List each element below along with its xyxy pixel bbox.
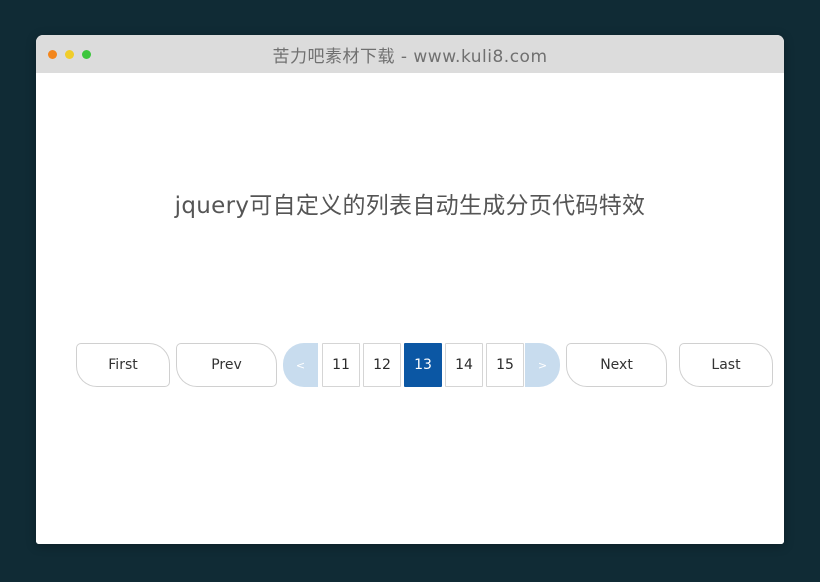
pagination-prev-button[interactable]: Prev (176, 343, 277, 387)
pagination-next-button[interactable]: Next (566, 343, 667, 387)
pagination-page-12[interactable]: 12 (363, 343, 401, 387)
pagination-prev-arrow-icon[interactable]: < (283, 343, 318, 387)
browser-window: 苦力吧素材下载 - www.kuli8.com jquery可自定义的列表自动生… (36, 35, 784, 544)
maximize-button[interactable] (82, 50, 91, 59)
window-title-bar[interactable]: 苦力吧素材下载 - www.kuli8.com (36, 35, 784, 73)
page-title: jquery可自定义的列表自动生成分页代码特效 (36, 186, 784, 220)
pagination-page-14[interactable]: 14 (445, 343, 483, 387)
pagination-page-13-active[interactable]: 13 (404, 343, 442, 387)
pagination-page-15[interactable]: 15 (486, 343, 524, 387)
desktop-background: 苦力吧素材下载 - www.kuli8.com jquery可自定义的列表自动生… (0, 0, 820, 582)
close-button[interactable] (48, 50, 57, 59)
pagination-last-button[interactable]: Last (679, 343, 773, 387)
pagination-first-button[interactable]: First (76, 343, 170, 387)
pagination: First Prev < 11 12 13 14 15 > Next Last (76, 343, 773, 387)
pagination-next-arrow-icon[interactable]: > (525, 343, 560, 387)
window-title: 苦力吧素材下载 - www.kuli8.com (36, 42, 784, 67)
page-content: jquery可自定义的列表自动生成分页代码特效 First Prev < 11 … (36, 73, 784, 544)
window-controls (48, 35, 91, 73)
pagination-page-11[interactable]: 11 (322, 343, 360, 387)
minimize-button[interactable] (65, 50, 74, 59)
